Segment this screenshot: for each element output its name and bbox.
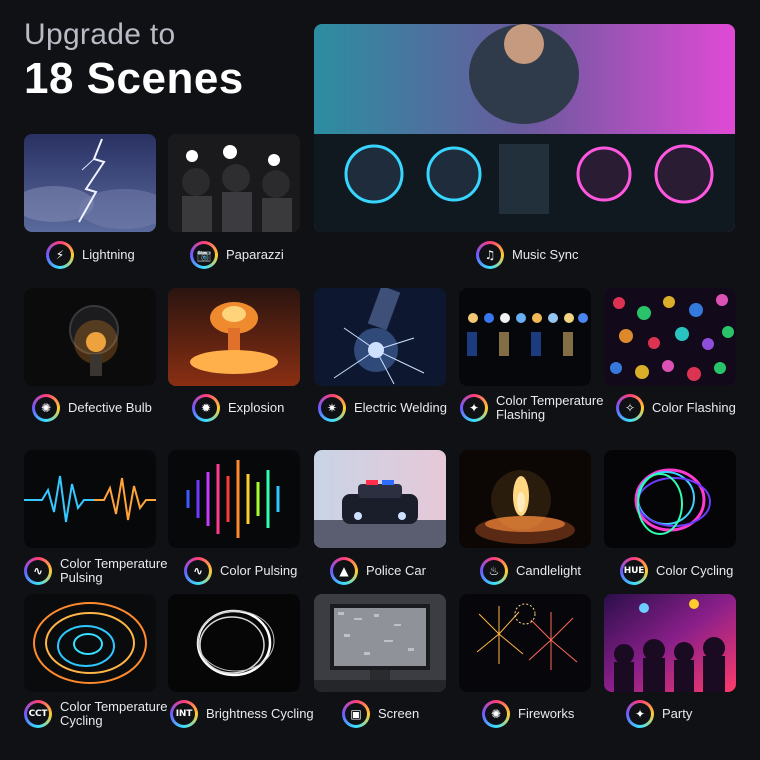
sparkle-icon: ✧ — [616, 394, 644, 422]
brightness-cycling-image — [168, 594, 300, 692]
scene-lightning[interactable]: ⚡ Lightning — [46, 241, 135, 269]
scene-music-sync[interactable]: ♫ Music Sync — [476, 241, 578, 269]
color-temperature-cycling-image — [24, 594, 156, 692]
party-popper-icon: ✦ — [626, 700, 654, 728]
flash-burst-icon: ✦ — [460, 394, 488, 422]
scene-label: Explosion — [228, 400, 285, 415]
pulse-wave-icon: ∿ — [184, 557, 212, 585]
scene-label: Brightness Cycling — [206, 706, 314, 721]
scene-label: Party — [662, 706, 693, 721]
scene-label: Fireworks — [518, 706, 575, 721]
welding-spark-icon: ✷ — [318, 394, 346, 422]
heading: Upgrade to 18 Scenes — [24, 18, 244, 104]
cct-badge-icon: CCT — [24, 700, 52, 728]
tv-screen-icon: ▣ — [342, 700, 370, 728]
scene-color-temperature-flashing[interactable]: ✦ Color Temperature Flashing — [460, 394, 603, 422]
waveform-icon: ∿ — [24, 557, 52, 585]
scene-color-flashing[interactable]: ✧ Color Flashing — [616, 394, 736, 422]
scene-party[interactable]: ✦ Party — [626, 700, 692, 728]
scene-label: Color Flashing — [652, 400, 736, 415]
scene-police-car[interactable]: ▲ Police Car — [330, 557, 426, 585]
scene-label: Music Sync — [512, 247, 579, 262]
firework-icon: ✺ — [482, 700, 510, 728]
defective-bulb-image — [24, 288, 156, 386]
scene-color-pulsing[interactable]: ∿ Color Pulsing — [184, 557, 297, 585]
scene-color-temperature-pulsing[interactable]: ∿ Color Temperature Pulsing — [24, 557, 167, 585]
paparazzi-image — [168, 134, 300, 232]
screen-image — [314, 594, 446, 692]
flame-icon: ♨ — [480, 557, 508, 585]
scene-explosion[interactable]: ✹ Explosion — [192, 394, 284, 422]
scene-label: Police Car — [366, 563, 426, 578]
scene-color-cycling[interactable]: HUE Color Cycling — [620, 557, 733, 585]
scene-label: Defective Bulb — [68, 400, 152, 415]
scene-color-temperature-cycling[interactable]: CCT Color Temperature Cycling — [24, 700, 167, 728]
camera-icon: 📷 — [190, 241, 218, 269]
color-flashing-image — [604, 288, 736, 386]
color-temperature-pulsing-image — [24, 450, 156, 548]
police-car-image — [314, 450, 446, 548]
bomb-icon: ✹ — [192, 394, 220, 422]
music-sync-image — [314, 24, 735, 232]
scene-label: Color Pulsing — [220, 563, 298, 578]
scene-label: Screen — [378, 706, 420, 721]
scene-paparazzi[interactable]: 📷 Paparazzi — [190, 241, 284, 269]
lightning-bolt-icon: ⚡ — [46, 241, 74, 269]
scene-label-line-1: Color Temperature — [60, 556, 168, 571]
scene-label-line-2: Pulsing — [60, 570, 103, 585]
scene-label: Electric Welding — [354, 400, 447, 415]
heading-title: 18 Scenes — [24, 54, 244, 103]
color-pulsing-image — [168, 450, 300, 548]
lightning-image — [24, 134, 156, 232]
siren-icon: ▲ — [330, 557, 358, 585]
music-note-icon: ♫ — [476, 241, 504, 269]
electric-welding-image — [314, 288, 446, 386]
scene-label: Lightning — [82, 247, 135, 262]
scene-label-line-1: Color Temperature — [60, 699, 168, 714]
light-bulb-icon: ✺ — [32, 394, 60, 422]
fireworks-image — [459, 594, 591, 692]
scene-label: Color Cycling — [656, 563, 734, 578]
party-image — [604, 594, 736, 692]
explosion-image — [168, 288, 300, 386]
scene-label-line-1: Color Temperature — [496, 393, 604, 408]
scene-label-line-2: Flashing — [496, 407, 546, 422]
scene-fireworks[interactable]: ✺ Fireworks — [482, 700, 574, 728]
candlelight-image — [459, 450, 591, 548]
int-badge-icon: INT — [170, 700, 198, 728]
scene-brightness-cycling[interactable]: INT Brightness Cycling — [170, 700, 314, 728]
color-temperature-flashing-image — [459, 288, 591, 386]
scene-candlelight[interactable]: ♨ Candlelight — [480, 557, 581, 585]
scene-electric-welding[interactable]: ✷ Electric Welding — [318, 394, 447, 422]
scene-label: Candlelight — [516, 563, 582, 578]
scene-screen[interactable]: ▣ Screen — [342, 700, 419, 728]
heading-pretitle: Upgrade to — [24, 18, 176, 51]
scene-label: Paparazzi — [226, 247, 284, 262]
hue-badge-icon: HUE — [620, 557, 648, 585]
color-cycling-image — [604, 450, 736, 548]
scene-defective-bulb[interactable]: ✺ Defective Bulb — [32, 394, 152, 422]
scene-label-line-2: Cycling — [60, 713, 103, 728]
